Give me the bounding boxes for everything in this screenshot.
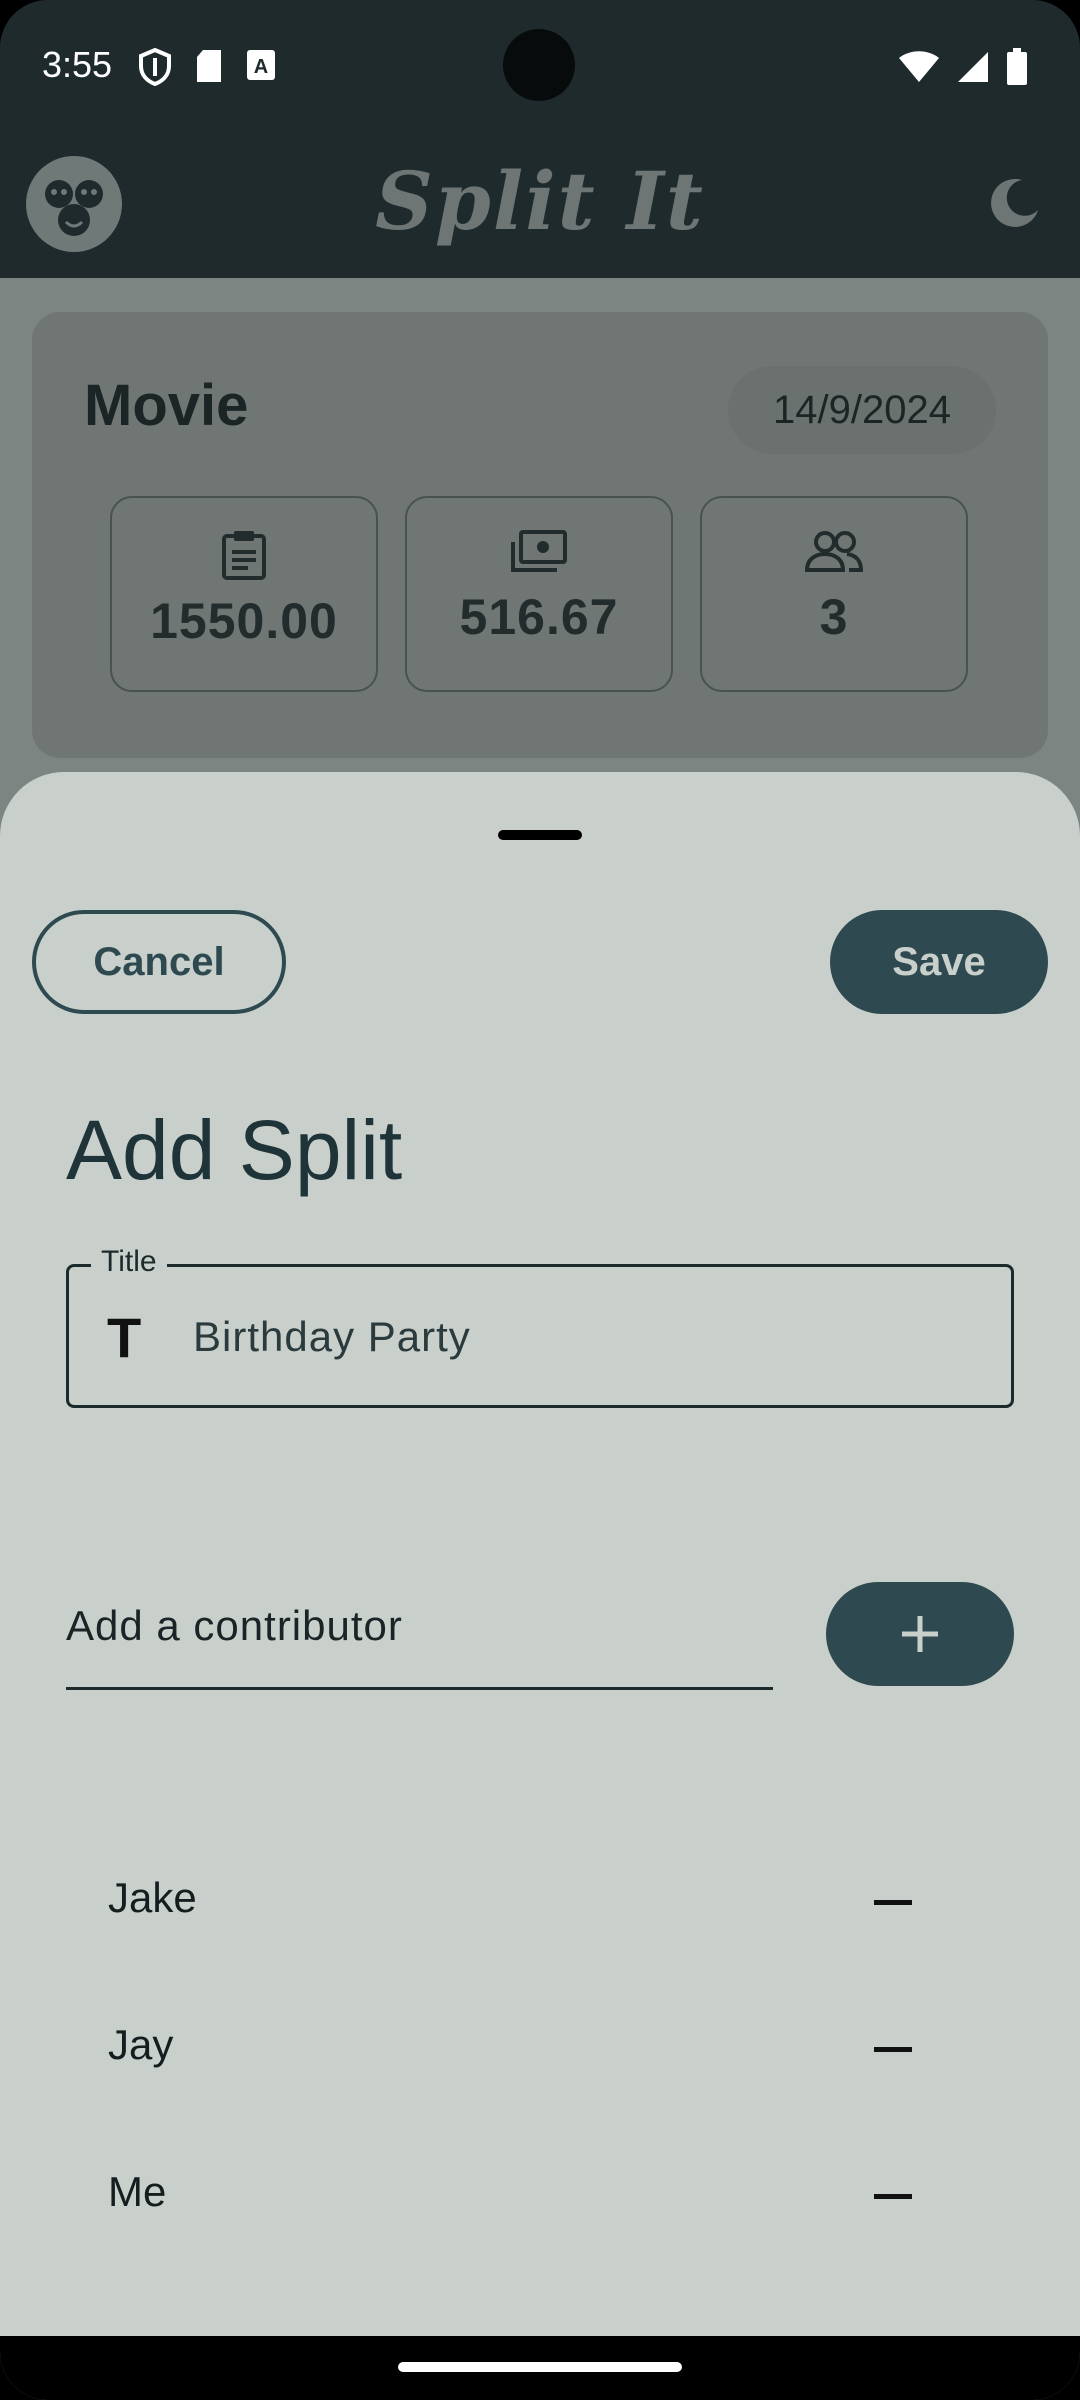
per-person-box: 516.67 xyxy=(405,496,673,692)
date-chip[interactable]: 14/9/2024 xyxy=(728,366,996,454)
status-notification-icons: A xyxy=(138,48,276,86)
title-field-label: Title xyxy=(91,1245,167,1279)
add-split-sheet: Cancel Save Add Split Title T Birthday P… xyxy=(0,772,1080,2336)
title-input[interactable]: Birthday Party xyxy=(193,1313,471,1361)
contributor-row: Jay xyxy=(108,2009,938,2089)
total-amount-box: 1550.00 xyxy=(110,496,378,692)
app-bar: Split It xyxy=(0,134,1080,278)
contributor-placeholder: Add a contributor xyxy=(66,1602,403,1649)
sheet-title: Add Split xyxy=(66,1103,403,1197)
contributor-name: Jay xyxy=(108,2021,174,2068)
text-title-icon: T xyxy=(107,1306,142,1369)
status-bar: 3:55 A xyxy=(0,0,1080,134)
moon-icon xyxy=(991,178,1038,227)
theme-toggle[interactable] xyxy=(990,176,1042,233)
drag-handle[interactable] xyxy=(498,830,582,840)
sd-card-icon xyxy=(197,50,221,82)
cash-icon xyxy=(511,530,567,572)
camera-cutout xyxy=(503,29,575,101)
status-system-icons xyxy=(898,48,1028,86)
cancel-button[interactable]: Cancel xyxy=(32,910,286,1014)
contributor-name: Jake xyxy=(108,1874,197,1921)
title-field[interactable]: Title T Birthday Party xyxy=(66,1245,1014,1408)
remove-contributor-button[interactable] xyxy=(874,2186,912,2208)
minus-icon xyxy=(874,2194,912,2199)
shield-icon xyxy=(139,48,171,86)
save-button[interactable]: Save xyxy=(830,910,1048,1014)
remove-contributor-button[interactable] xyxy=(874,2039,912,2061)
clipboard-icon xyxy=(222,531,266,580)
font-a-icon: A xyxy=(247,50,275,80)
people-icon xyxy=(804,531,864,572)
add-contributor-button[interactable] xyxy=(826,1582,1014,1686)
contributor-row: Me xyxy=(108,2156,938,2236)
remove-contributor-button[interactable] xyxy=(874,1892,912,1914)
svg-text:A: A xyxy=(254,56,268,78)
plus-icon xyxy=(902,1616,938,1652)
screen: 3:55 A Split It Movie 14/9/2024 1550.00 … xyxy=(0,0,1080,2400)
home-indicator[interactable] xyxy=(398,2362,682,2372)
split-name: Movie xyxy=(84,373,249,438)
member-count: 3 xyxy=(819,589,849,645)
split-card[interactable]: Movie 14/9/2024 1550.00 516.67 3 xyxy=(32,312,1048,758)
status-time: 3:55 xyxy=(42,44,113,85)
contributor-row: Jake xyxy=(108,1862,938,1942)
minus-icon xyxy=(874,2047,912,2052)
minus-icon xyxy=(874,1900,912,1905)
battery-icon xyxy=(1007,48,1027,85)
contributor-name: Me xyxy=(108,2168,167,2215)
member-count-box: 3 xyxy=(700,496,968,692)
app-title: Split It xyxy=(375,154,705,248)
total-amount: 1550.00 xyxy=(150,593,338,649)
per-person-amount: 516.67 xyxy=(459,589,619,645)
cellular-signal-icon xyxy=(958,52,988,82)
contributor-input[interactable]: Add a contributor xyxy=(66,1582,773,1690)
wifi-icon xyxy=(899,51,939,82)
